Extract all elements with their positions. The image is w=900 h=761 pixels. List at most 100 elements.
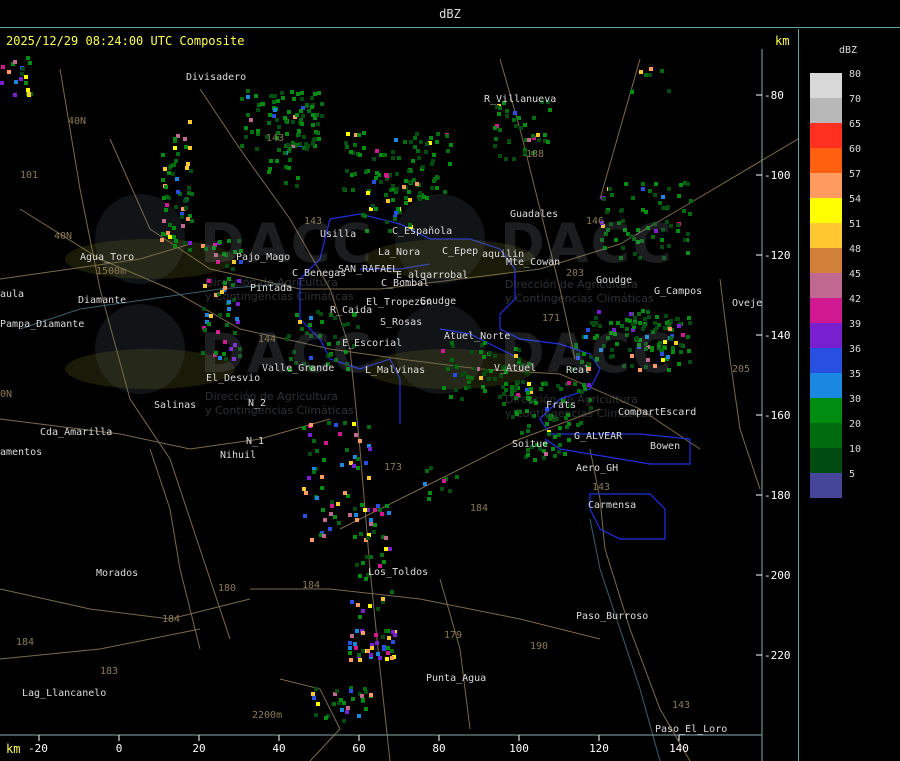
echo-pixel bbox=[283, 116, 287, 120]
echo-pixel bbox=[513, 111, 517, 115]
route-label: 184 bbox=[162, 614, 181, 625]
x-tick: -20 bbox=[28, 742, 48, 755]
echo-pixel bbox=[498, 154, 502, 158]
dbz-legend: dBZ 80 70 65 60 57 54 51 48 45 42 39 36 35 30 20 10 5 bbox=[798, 29, 900, 761]
echo-pixel bbox=[176, 152, 180, 156]
echo-pixel bbox=[363, 687, 367, 691]
echo-pixel bbox=[369, 522, 373, 526]
echo-pixel bbox=[356, 457, 360, 461]
echo-pixel bbox=[300, 91, 304, 95]
echo-pixel bbox=[27, 92, 31, 96]
echo-pixel bbox=[563, 452, 567, 456]
echo-pixel bbox=[408, 180, 412, 184]
title-bar: dBZ bbox=[0, 0, 900, 28]
echo-pixel bbox=[527, 138, 531, 142]
x-tick: 80 bbox=[432, 742, 446, 755]
place-label: V_Atuel bbox=[494, 363, 537, 374]
echo-pixel bbox=[354, 433, 358, 437]
echo-pixel bbox=[309, 423, 313, 427]
echo-pixel bbox=[493, 126, 497, 130]
echo-pixel bbox=[369, 693, 373, 697]
echo-pixel bbox=[681, 333, 685, 337]
echo-pixel bbox=[281, 96, 285, 100]
place-label: Divisadero bbox=[186, 72, 247, 83]
echo-pixel bbox=[418, 191, 422, 195]
legend-value: 30 bbox=[849, 394, 862, 405]
echo-pixel bbox=[402, 185, 406, 189]
route-label: 183 bbox=[100, 666, 119, 677]
echo-pixel bbox=[358, 658, 362, 662]
echo-pixel bbox=[667, 187, 671, 191]
place-label: Pampa_Diamante bbox=[0, 319, 85, 330]
echo-pixel bbox=[470, 350, 474, 354]
echo-pixel bbox=[378, 508, 382, 512]
echo-pixel bbox=[367, 425, 371, 429]
echo-pixel bbox=[316, 131, 320, 135]
echo-pixel bbox=[653, 193, 657, 197]
echo-pixel bbox=[677, 362, 681, 366]
radar-map[interactable] bbox=[0, 29, 798, 761]
legend-value: 10 bbox=[849, 444, 862, 455]
echo-pixel bbox=[165, 195, 169, 199]
echo-pixel bbox=[661, 195, 665, 199]
echo-pixel bbox=[537, 138, 541, 142]
echo-pixel bbox=[273, 94, 277, 98]
echo-pixel bbox=[380, 553, 384, 557]
echo-pixel bbox=[310, 96, 314, 100]
echo-pixel bbox=[675, 317, 679, 321]
echo-pixel bbox=[487, 377, 491, 381]
echo-pixel bbox=[168, 223, 172, 227]
echo-pixel bbox=[551, 447, 555, 451]
echo-pixel bbox=[546, 140, 550, 144]
place-label: Agua_Toro bbox=[80, 252, 135, 263]
echo-pixel bbox=[287, 110, 291, 114]
echo-pixel bbox=[295, 143, 299, 147]
echo-pixel bbox=[641, 309, 645, 313]
legend-value: 42 bbox=[849, 294, 862, 305]
echo-pixel bbox=[542, 456, 546, 460]
echo-pixel bbox=[311, 692, 315, 696]
timestamp-label: 2025/12/29 08:24:00 UTC Composite bbox=[6, 34, 245, 48]
echo-pixel bbox=[300, 97, 304, 101]
echo-pixel bbox=[482, 355, 486, 359]
echo-pixel bbox=[268, 113, 272, 117]
echo-pixel bbox=[624, 182, 628, 186]
echo-pixel bbox=[254, 94, 258, 98]
place-label: Mte_Cowan bbox=[506, 257, 561, 268]
echo-pixel bbox=[320, 475, 324, 479]
echo-pixel bbox=[425, 469, 429, 473]
echo-pixel bbox=[386, 651, 390, 655]
echo-pixel bbox=[567, 438, 571, 442]
echo-pixel bbox=[637, 312, 641, 316]
echo-pixel bbox=[415, 132, 419, 136]
echo-pixel bbox=[345, 145, 349, 149]
echo-pixel bbox=[679, 350, 683, 354]
echo-pixel bbox=[375, 641, 379, 645]
echo-pixel bbox=[352, 464, 356, 468]
echo-pixel bbox=[531, 134, 535, 138]
echo-pixel bbox=[369, 555, 373, 559]
echo-pixel bbox=[335, 689, 339, 693]
echo-pixel bbox=[311, 113, 315, 117]
legend-swatch bbox=[810, 73, 842, 98]
echo-pixel bbox=[683, 238, 687, 242]
echo-pixel bbox=[373, 523, 377, 527]
echo-pixel bbox=[385, 504, 389, 508]
echo-pixel bbox=[395, 172, 399, 176]
echo-pixel bbox=[404, 179, 408, 183]
echo-pixel bbox=[536, 133, 540, 137]
echo-pixel bbox=[374, 176, 378, 180]
echo-pixel bbox=[455, 365, 459, 369]
echo-pixel bbox=[161, 153, 165, 157]
echo-pixel bbox=[307, 476, 311, 480]
place-label: R_Caida bbox=[330, 305, 373, 316]
x-tick: 0 bbox=[115, 742, 123, 755]
place-label: amentos bbox=[0, 447, 43, 458]
echo-pixel bbox=[368, 447, 372, 451]
legend-value: 36 bbox=[849, 344, 862, 355]
echo-pixel bbox=[302, 426, 306, 430]
place-label: Paso_El_Loro bbox=[655, 724, 728, 735]
echo-pixel bbox=[361, 649, 365, 653]
place-label: Cda_Amarilla bbox=[40, 427, 113, 438]
y-tick: -160 bbox=[764, 409, 791, 422]
